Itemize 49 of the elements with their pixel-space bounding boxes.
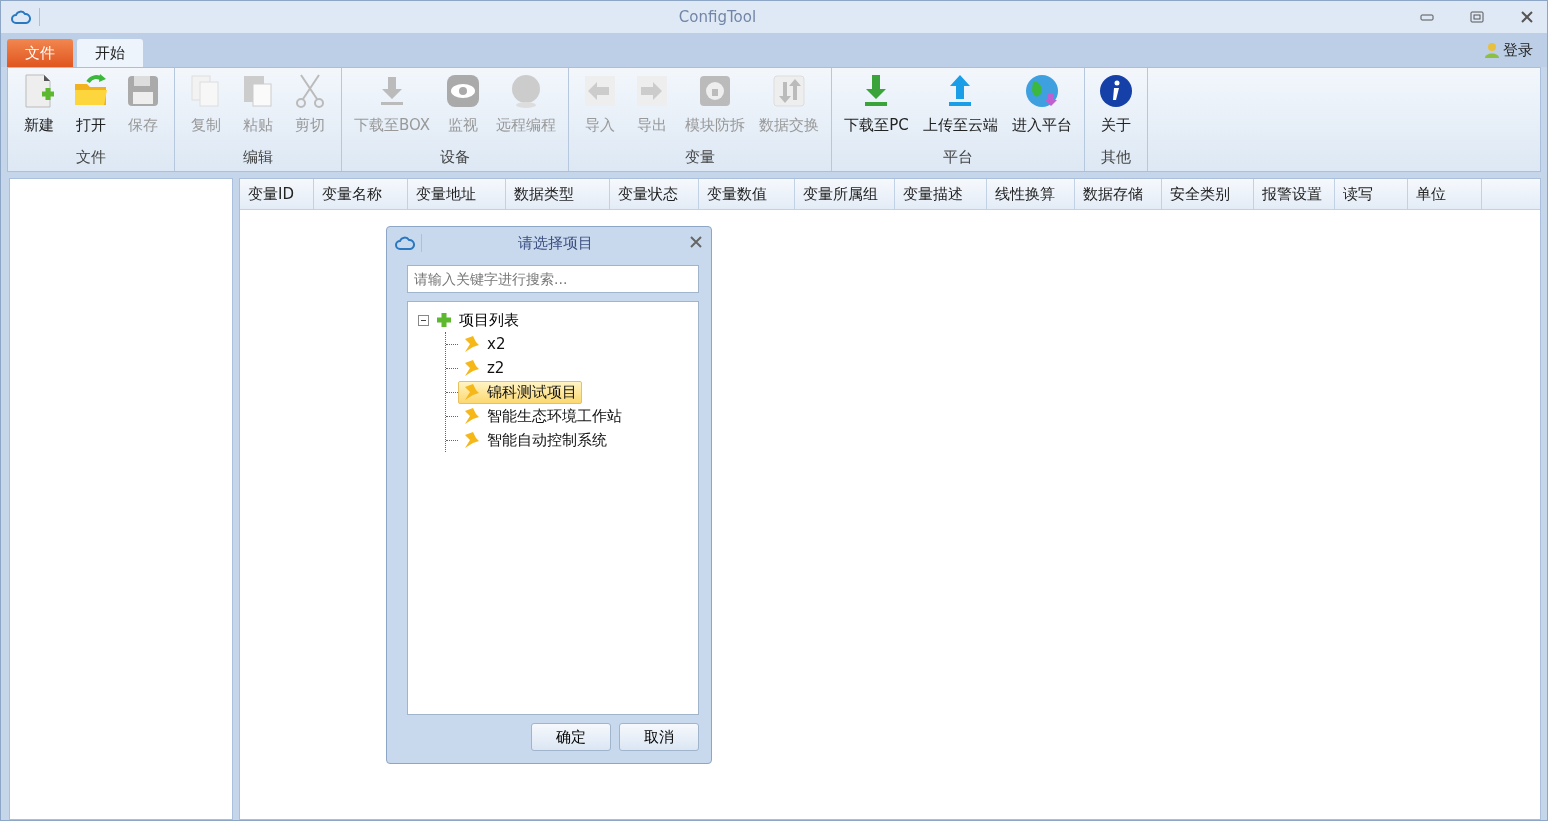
column-header[interactable]: 变量所属组 [795,179,895,209]
tree-item[interactable]: 智能自动控制系统 [458,428,612,452]
column-header[interactable]: 报警设置 [1254,179,1335,209]
pushpin-icon [463,335,481,353]
tree-item[interactable]: 锦科测试项目 [458,380,582,404]
window-title: ConfigTool [677,8,758,26]
pushpin-icon [463,407,481,425]
group-label: 变量 [684,148,717,168]
dialog-title: 请选择项目 [517,233,594,253]
column-header[interactable]: 读写 [1335,179,1408,209]
column-header[interactable]: 安全类别 [1162,179,1254,209]
cloud-icon [395,236,415,250]
group-label: 设备 [439,148,472,168]
group-label: 文件 [75,148,107,168]
group-label: 平台 [941,148,974,168]
pushpin-icon [463,359,481,377]
confirm-button[interactable]: 确定 [531,723,611,751]
plus-icon [435,311,453,329]
column-header[interactable]: 变量名称 [314,179,408,209]
cloud-icon [11,10,31,24]
column-header[interactable]: 变量地址 [408,179,506,209]
tree-item[interactable]: x2 [458,333,511,355]
toolbar-button[interactable]: 打开 [66,68,116,148]
user-icon [1485,42,1499,58]
toolbar-button[interactable]: 上传至云端 [916,68,1004,148]
column-header[interactable]: 变量ID [240,179,314,209]
column-header[interactable]: 变量描述 [895,179,987,209]
pushpin-icon [463,383,481,401]
toolbar-button[interactable]: 下载至PC [838,68,915,148]
group-label: 编辑 [242,148,274,168]
tree-root-label[interactable]: 项目列表 [459,310,519,330]
column-header[interactable]: 数据类型 [506,179,610,209]
login-button[interactable]: 登录 [1477,40,1541,60]
tree-item[interactable]: 智能生态环境工作站 [458,404,627,428]
search-field[interactable]: 请输入关键字进行搜索... [407,265,699,293]
ribbon-tab[interactable]: 开始 [77,39,143,67]
tree-item[interactable]: z2 [458,357,510,379]
group-label: 其他 [1099,148,1132,168]
toolbar-button[interactable]: 关于 [1090,68,1141,148]
toolbar-button[interactable]: 新建 [14,68,64,148]
pushpin-icon [463,431,481,449]
toolbar-button[interactable]: 进入平台 [1005,68,1078,148]
column-header[interactable]: 线性换算 [987,179,1075,209]
column-header[interactable]: 单位 [1408,179,1482,209]
column-header[interactable]: 数据存储 [1075,179,1162,209]
column-header[interactable]: 变量状态 [610,179,699,209]
cancel-button[interactable]: 取消 [619,723,699,751]
collapse-icon[interactable] [418,314,429,326]
column-header[interactable]: 变量数值 [699,179,795,209]
